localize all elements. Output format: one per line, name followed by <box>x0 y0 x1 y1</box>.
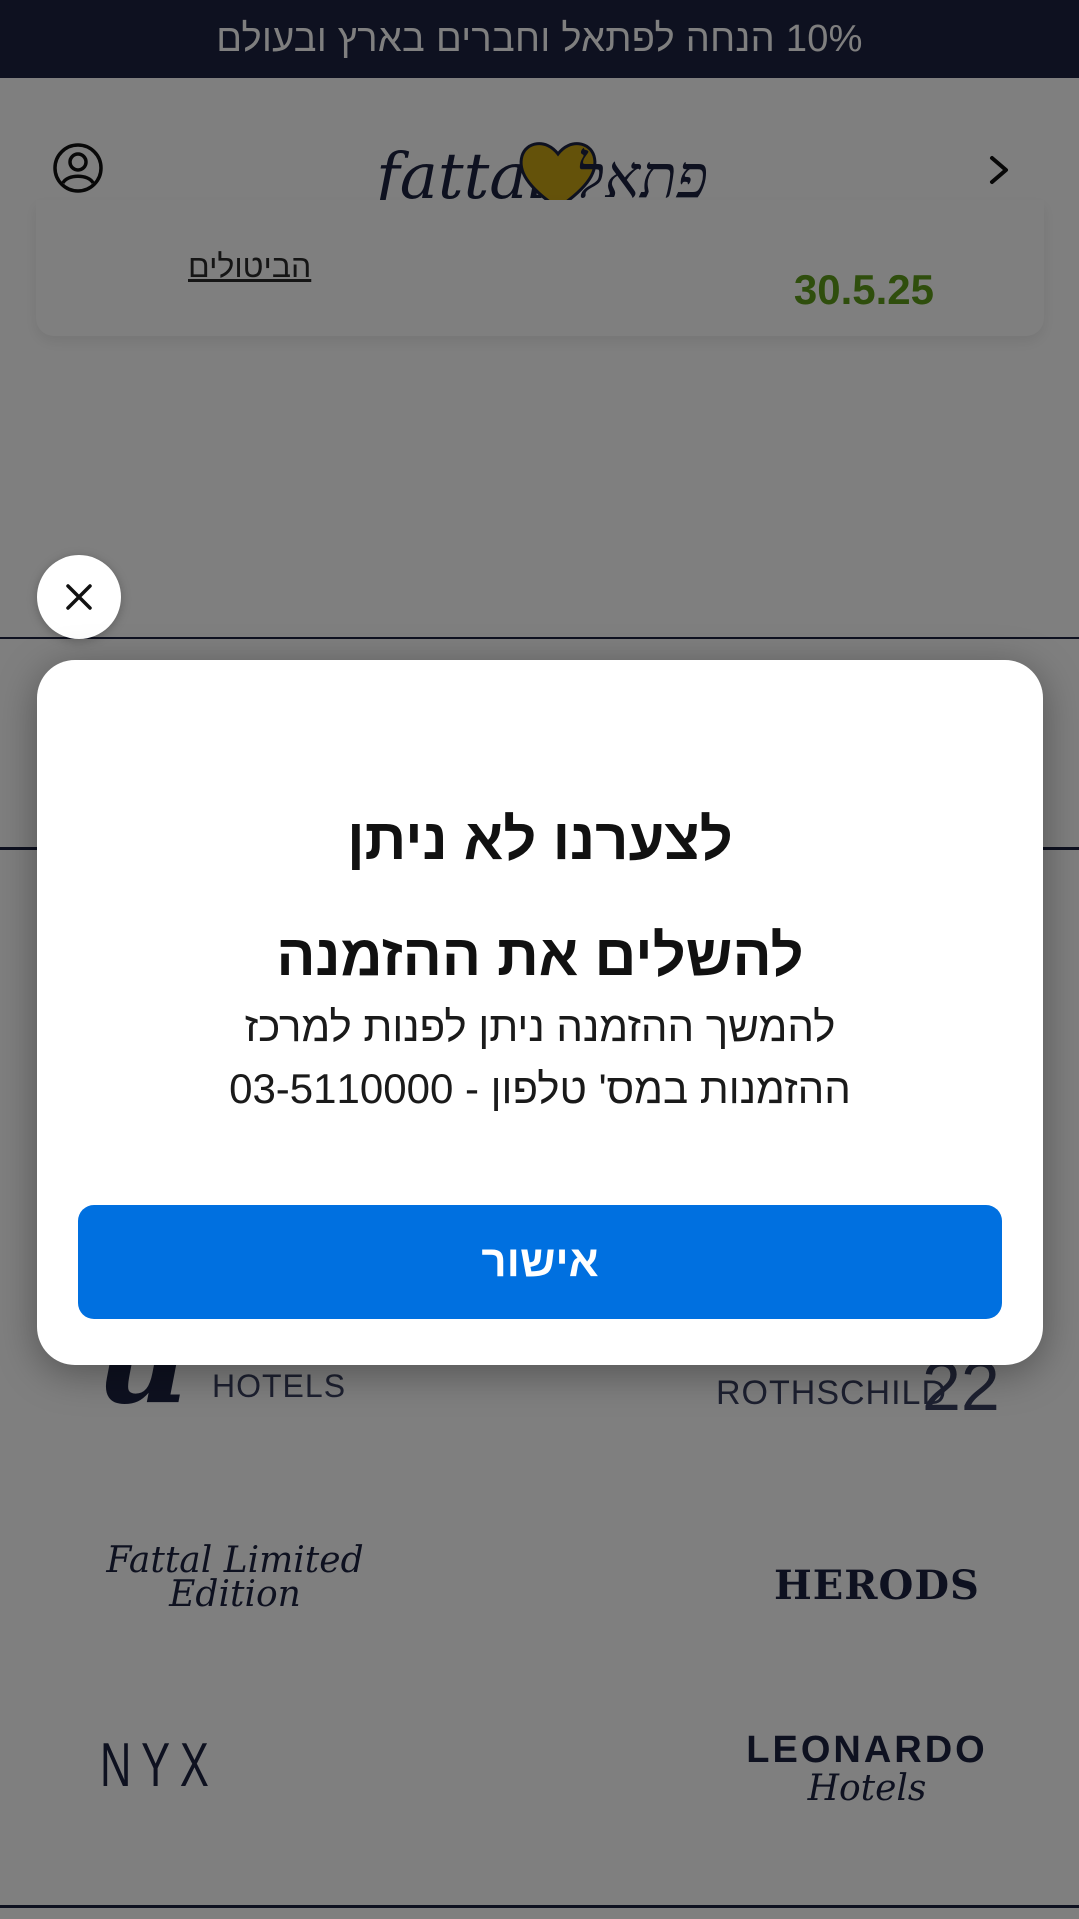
dialog-title: לצערנו לא ניתן להשלים את ההזמנה <box>97 782 983 1014</box>
close-button[interactable] <box>37 555 121 639</box>
confirm-button[interactable]: אישור <box>78 1205 1002 1319</box>
dialog-message-line-2: ההזמנות במס' טלפון - 03-5110000 <box>229 1065 851 1112</box>
dialog-message: להמשך ההזמנה ניתן לפנות למרכז ההזמנות במ… <box>97 996 983 1120</box>
close-icon <box>66 584 92 610</box>
error-dialog: לצערנו לא ניתן להשלים את ההזמנה להמשך הה… <box>37 660 1043 1365</box>
dialog-title-line-1: לצערנו לא ניתן <box>347 807 733 872</box>
dialog-message-line-1: להמשך ההזמנה ניתן לפנות למרכז <box>244 1003 836 1050</box>
